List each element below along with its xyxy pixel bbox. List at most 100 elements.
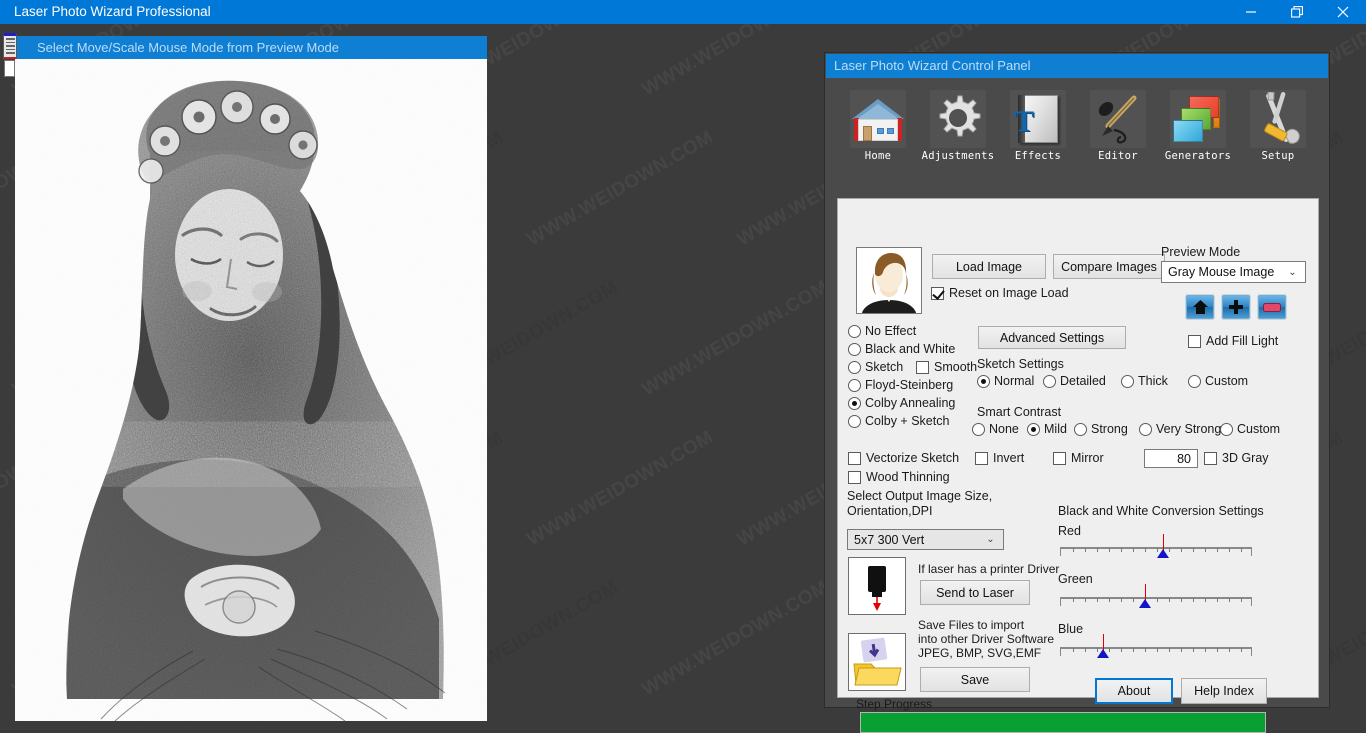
- radio-dot: [972, 422, 985, 436]
- radio-dot: [848, 342, 861, 356]
- threshold-input[interactable]: 80: [1144, 449, 1198, 468]
- toolbar-item-editor[interactable]: Editor: [1078, 90, 1158, 162]
- toolbar-item-adjustments[interactable]: Adjustments: [918, 90, 998, 162]
- add-fill-light-checkbox[interactable]: Add Fill Light: [1188, 334, 1278, 348]
- radio-sketch[interactable]: Sketch: [848, 360, 903, 374]
- radio-dot: [1074, 422, 1087, 436]
- compare-images-button[interactable]: Compare Images: [1053, 254, 1165, 279]
- restore-icon[interactable]: [1274, 0, 1320, 24]
- output-size-value: 5x7 300 Vert: [854, 532, 925, 547]
- slider-tick: [1217, 648, 1218, 652]
- slider-tick: [1085, 648, 1086, 652]
- toolbar-strip-tail: [4, 60, 15, 77]
- slider-tick: [1229, 648, 1230, 652]
- slider-tick: [1085, 548, 1086, 552]
- radio-sketch-detailed[interactable]: Detailed: [1043, 374, 1106, 388]
- preview-canvas[interactable]: [15, 59, 487, 721]
- toolbar-strip-icon[interactable]: [3, 33, 17, 59]
- radio-sketch-custom[interactable]: Custom: [1188, 374, 1248, 388]
- step-progress-fill: [861, 713, 1265, 732]
- preview-mode-select[interactable]: Gray Mouse Image ⌄: [1161, 261, 1306, 283]
- output-size-select[interactable]: 5x7 300 Vert ⌄: [847, 529, 1004, 550]
- slider-tick: [1073, 598, 1074, 602]
- invert-checkbox[interactable]: Invert: [975, 451, 1024, 465]
- minimize-icon[interactable]: [1228, 0, 1274, 24]
- preview-mode-label: Preview Mode: [1161, 245, 1241, 259]
- wood-thinning-checkbox[interactable]: Wood Thinning: [848, 470, 950, 484]
- sketch-image: [15, 59, 487, 721]
- slider-tick: [1169, 648, 1170, 652]
- house-icon: [850, 90, 906, 148]
- help-index-button[interactable]: Help Index: [1181, 678, 1267, 704]
- slider-track-line: [1061, 648, 1251, 649]
- slider-tick: [1241, 548, 1242, 552]
- slider-green[interactable]: [1060, 584, 1252, 608]
- toolbar-item-home[interactable]: Home: [838, 90, 918, 162]
- slider-tick: [1181, 548, 1182, 552]
- radio-label: Strong: [1091, 422, 1128, 436]
- radio-sketch-normal[interactable]: Normal: [977, 374, 1034, 388]
- 3d-gray-checkbox[interactable]: 3D Gray: [1204, 451, 1269, 465]
- advanced-settings-button[interactable]: Advanced Settings: [978, 326, 1126, 349]
- radio-contrast-strong[interactable]: Strong: [1074, 422, 1128, 436]
- toolbar-label-editor: Editor: [1098, 150, 1138, 162]
- output-size-label-line1: Select Output Image Size,: [847, 489, 993, 503]
- reset-on-image-load-checkbox[interactable]: Reset on Image Load: [931, 286, 1069, 300]
- close-icon[interactable]: [1320, 0, 1366, 24]
- radio-black-and-white[interactable]: Black and White: [848, 342, 955, 356]
- slider-tick: [1241, 648, 1242, 652]
- slider-tick: [1133, 648, 1134, 652]
- radio-label: Thick: [1138, 374, 1168, 388]
- slider-thumb-red[interactable]: [1157, 549, 1169, 558]
- radio-label: Black and White: [865, 342, 956, 356]
- mini-toolbar[interactable]: [3, 33, 17, 78]
- slider-tick: [1241, 598, 1242, 602]
- save-button[interactable]: Save: [920, 667, 1030, 692]
- zoom-in-button[interactable]: [1221, 294, 1251, 320]
- radio-dot: [1121, 374, 1134, 388]
- slider-tick: [1169, 598, 1170, 602]
- zoom-out-button[interactable]: [1257, 294, 1287, 320]
- slider-tick: [1193, 648, 1194, 652]
- watermark-text: WWW.WEIDOWN.COM: [638, 276, 833, 401]
- slider-blue[interactable]: [1060, 634, 1252, 658]
- slider-tick: [1133, 548, 1134, 552]
- slider-tick: [1205, 598, 1206, 602]
- radio-floyd-steinberg[interactable]: Floyd-Steinberg: [848, 378, 953, 392]
- slider-thumb-blue[interactable]: [1097, 649, 1109, 658]
- about-button[interactable]: About: [1095, 678, 1173, 704]
- preview-titlebar: Select Move/Scale Mouse Mode from Previe…: [15, 36, 487, 59]
- slider-tick: [1205, 648, 1206, 652]
- home-view-button[interactable]: [1185, 294, 1215, 320]
- radio-colby-annealing[interactable]: Colby Annealing: [848, 396, 955, 410]
- radio-contrast-mild[interactable]: Mild: [1027, 422, 1067, 436]
- toolbar-item-setup[interactable]: Setup: [1238, 90, 1318, 162]
- vectorize-sketch-checkbox[interactable]: Vectorize Sketch: [848, 451, 959, 465]
- radio-no-effect[interactable]: No Effect: [848, 324, 916, 338]
- mirror-checkbox[interactable]: Mirror: [1053, 451, 1104, 465]
- control-panel-window: Laser Photo Wizard Control Panel Home Ad…: [824, 52, 1330, 733]
- radio-contrast-none[interactable]: None: [972, 422, 1019, 436]
- radio-label: Mild: [1044, 422, 1067, 436]
- radio-dot: [848, 396, 861, 410]
- radio-dot: [848, 360, 861, 374]
- toolbar-item-generators[interactable]: Generators: [1158, 90, 1238, 162]
- load-image-button[interactable]: Load Image: [932, 254, 1046, 279]
- radio-contrast-very-strong[interactable]: Very Strong: [1139, 422, 1221, 436]
- send-to-laser-button[interactable]: Send to Laser: [920, 580, 1030, 605]
- radio-contrast-custom[interactable]: Custom: [1220, 422, 1280, 436]
- radio-label: No Effect: [865, 324, 917, 338]
- slider-red[interactable]: [1060, 534, 1252, 558]
- radio-colby-plus-sketch[interactable]: Colby + Sketch: [848, 414, 949, 428]
- radio-label: Colby Annealing: [865, 396, 956, 410]
- radio-label: Floyd-Steinberg: [865, 378, 954, 392]
- slider-thumb-green[interactable]: [1139, 599, 1151, 608]
- mirror-label: Mirror: [1071, 451, 1104, 465]
- toolbar-item-effects[interactable]: T Effects: [998, 90, 1078, 162]
- slider-tick: [1217, 548, 1218, 552]
- slider-tick: [1193, 598, 1194, 602]
- slider-tick: [1097, 598, 1098, 602]
- vectorize-sketch-label: Vectorize Sketch: [866, 451, 960, 465]
- radio-sketch-thick[interactable]: Thick: [1121, 374, 1168, 388]
- smooth-checkbox[interactable]: Smooth: [916, 360, 977, 374]
